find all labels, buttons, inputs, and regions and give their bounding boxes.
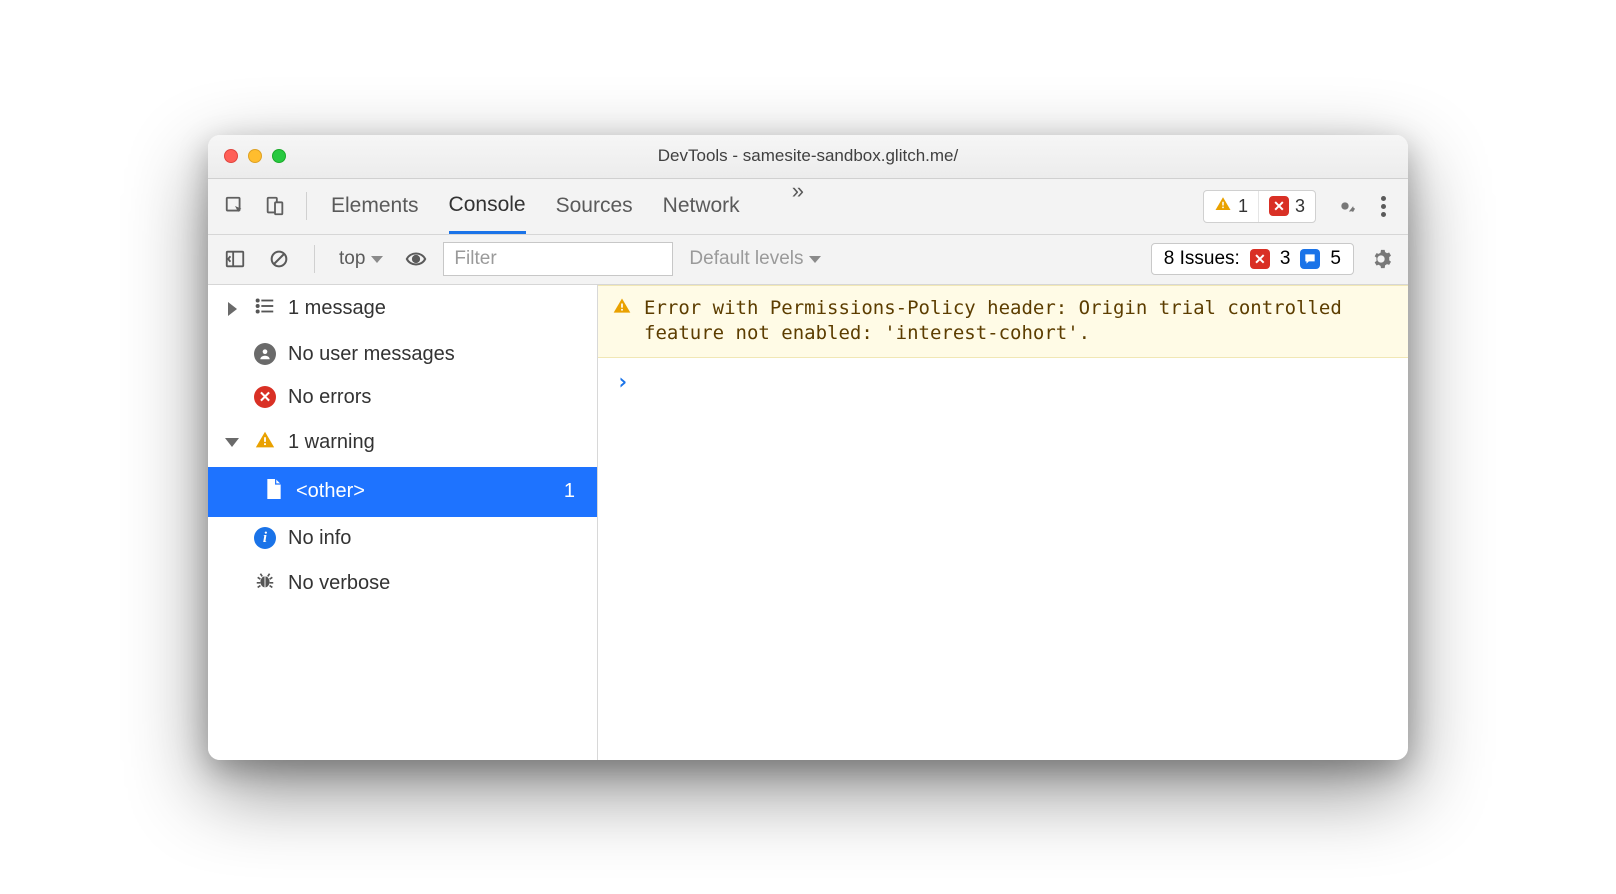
warning-icon [254,429,276,457]
main-toolbar: Elements Console Sources Network » 1 ✕ 3 [208,179,1408,235]
sidebar-user-messages[interactable]: No user messages [208,333,597,376]
issues-label: 8 Issues: [1164,248,1240,270]
errors-label: No errors [288,386,371,409]
error-icon: ✕ [1250,249,1270,269]
other-label: <other> [296,480,365,503]
status-badges[interactable]: 1 ✕ 3 [1203,190,1316,223]
chevron-down-icon [225,438,239,447]
sidebar-other[interactable]: <other> 1 [208,467,597,517]
user-messages-label: No user messages [288,343,455,366]
warnings-label: 1 warning [288,431,375,454]
user-icon [254,343,276,365]
separator [314,245,315,273]
window-title: DevTools - samesite-sandbox.glitch.me/ [208,146,1408,166]
tab-elements[interactable]: Elements [331,178,419,234]
warning-text: Error with Permissions-Policy header: Or… [644,296,1394,347]
close-window-button[interactable] [224,149,238,163]
error-icon: ✕ [1269,196,1289,216]
info-icon: i [254,527,276,549]
error-icon: ✕ [254,386,276,408]
clear-console-icon[interactable] [262,242,296,276]
inspect-element-icon[interactable] [218,189,252,223]
info-label: No info [288,527,351,550]
messages-label: 1 message [288,297,386,320]
filter-input[interactable] [443,242,673,276]
issues-errors-count: 3 [1280,248,1291,270]
console-prompt[interactable]: › [598,358,1408,407]
device-toggle-icon[interactable] [258,189,292,223]
other-count: 1 [564,480,583,503]
console-sidebar: 1 message No user messages ✕ No errors 1… [208,285,598,760]
chevron-right-icon [228,302,237,316]
context-label: top [339,248,365,270]
more-options-icon[interactable] [1368,196,1398,217]
console-settings-icon[interactable] [1364,242,1398,276]
settings-icon[interactable] [1328,189,1362,223]
list-icon [254,295,276,323]
zoom-window-button[interactable] [272,149,286,163]
traffic-lights [224,149,286,163]
verbose-label: No verbose [288,572,390,595]
tab-network[interactable]: Network [663,178,740,234]
sidebar-errors[interactable]: ✕ No errors [208,376,597,419]
warning-icon [612,296,632,347]
warnings-count: 1 [1238,196,1248,217]
console-warning-row[interactable]: Error with Permissions-Policy header: Or… [598,285,1408,358]
levels-label: Default levels [689,248,803,270]
tab-sources[interactable]: Sources [556,178,633,234]
issues-messages-count: 5 [1330,248,1341,270]
console-output: Error with Permissions-Policy header: Or… [598,285,1408,760]
separator [306,192,307,220]
console-toolbar: top Default levels 8 Issues: ✕ 3 5 [208,235,1408,285]
log-levels-selector[interactable]: Default levels [683,248,827,270]
titlebar: DevTools - samesite-sandbox.glitch.me/ [208,135,1408,179]
devtools-window: DevTools - samesite-sandbox.glitch.me/ E… [208,135,1408,760]
errors-count: 3 [1295,196,1305,217]
context-selector[interactable]: top [333,248,389,270]
live-expression-icon[interactable] [399,242,433,276]
sidebar-messages[interactable]: 1 message [208,285,597,333]
chevron-down-icon [809,256,821,263]
more-tabs-button[interactable]: » [792,178,804,234]
message-icon [1300,249,1320,269]
panel-tabs: Elements Console Sources Network » [331,178,804,234]
bug-icon [254,570,276,598]
chevron-down-icon [371,256,383,263]
minimize-window-button[interactable] [248,149,262,163]
toggle-sidebar-icon[interactable] [218,242,252,276]
sidebar-info[interactable]: i No info [208,517,597,560]
main-area: 1 message No user messages ✕ No errors 1… [208,285,1408,760]
warnings-badge[interactable]: 1 [1204,191,1258,222]
warning-icon [1214,195,1232,218]
tab-console[interactable]: Console [449,178,526,234]
issues-button[interactable]: 8 Issues: ✕ 3 5 [1151,243,1354,275]
file-icon [264,477,284,507]
sidebar-verbose[interactable]: No verbose [208,560,597,608]
errors-badge[interactable]: ✕ 3 [1258,191,1315,222]
sidebar-warnings[interactable]: 1 warning [208,419,597,467]
